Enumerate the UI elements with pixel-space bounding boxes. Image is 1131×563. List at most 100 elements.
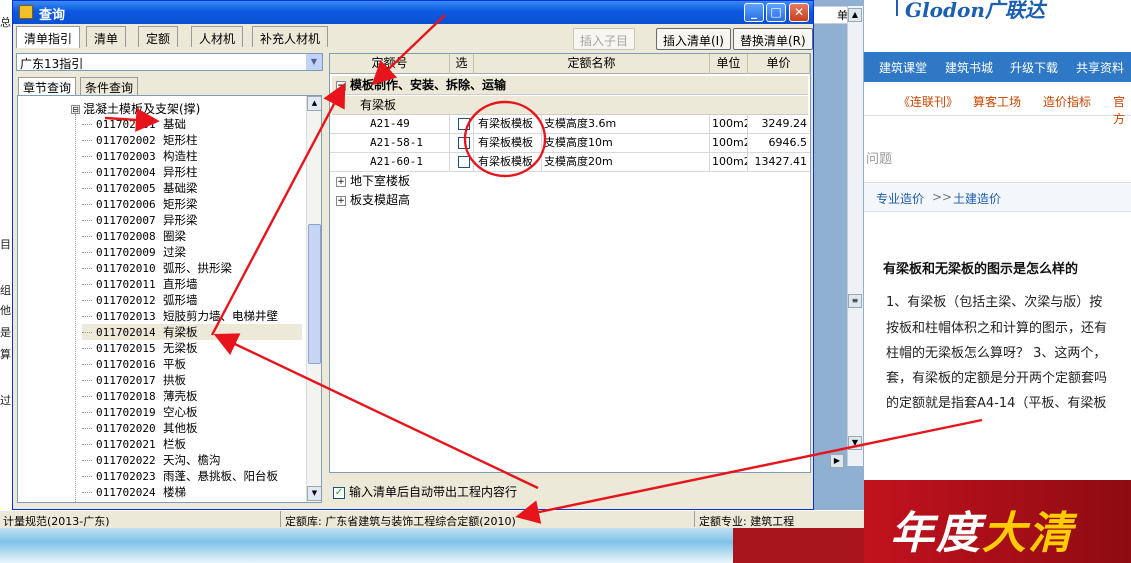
tree-root-node[interactable]: ⊟ 混凝土模板及支架(撑) [71,100,200,117]
minimize-icon[interactable]: _ [744,3,764,22]
row-code: A21-58-1 [330,134,450,153]
tree-item[interactable]: 011702003 构造柱 [82,148,302,164]
tree-item-name: 短肢剪力墙、电梯井壁 [163,309,278,323]
tree-item[interactable]: 011702001 基础 [82,116,302,132]
scroll-right-icon[interactable]: ▶ [830,454,844,468]
group-slab-height-label: 板支模超高 [350,193,411,207]
nav-item[interactable]: 共享资料 [1076,59,1124,76]
sub-nav-item[interactable]: 造价指标 [1043,93,1091,110]
tree-item[interactable]: 011702014 有梁板 [82,324,302,340]
tree-item[interactable]: 011702022 天沟、檐沟 [82,452,302,468]
tree-line [82,380,92,381]
table-row[interactable]: A21-49 有梁板模板 支模高度3.6m 100m2 3249.24 [330,115,810,134]
tree-item[interactable]: 011702015 无梁板 [82,340,302,356]
subtab-condition[interactable]: 条件查询 [80,77,139,95]
scroll-thumb-icon[interactable]: ≡ [848,294,862,308]
tree-item[interactable]: 011702017 拱板 [82,372,302,388]
nav-item[interactable]: 建筑书城 [945,59,993,76]
nav-item[interactable]: 建筑课堂 [879,59,927,76]
tree-item[interactable]: 011702008 圈梁 [82,228,302,244]
tree-item[interactable]: 011702011 直形墙 [82,276,302,292]
close-icon[interactable]: ✕ [789,3,809,22]
tree-item[interactable]: 011702012 弧形墙 [82,292,302,308]
chevron-down-icon[interactable]: ▼ [306,54,322,70]
tree-item[interactable]: 011702002 矩形柱 [82,132,302,148]
tree-line [82,268,92,269]
tab-extra-material[interactable]: 补充人材机 [252,26,329,47]
breadcrumb-link[interactable]: 土建造价 [953,190,1001,207]
tree-item[interactable]: 011702021 栏板 [82,436,302,452]
col-selected[interactable]: 选中 [450,54,474,89]
tree-scrollbar[interactable]: ▲ ▼ [306,96,321,502]
group-slab-height[interactable]: + 板支模超高 [332,191,808,210]
group-formwork[interactable]: − 模板制作、安装、拆除、运输 [332,76,808,95]
bg-scrollbar[interactable] [847,6,863,466]
subgroup-beam-slab[interactable]: 有梁板 [332,96,808,115]
maximize-icon[interactable]: □ [766,3,786,22]
col-price[interactable]: 单价 [748,54,810,74]
tree-item[interactable]: 011702023 雨蓬、悬挑板、阳台板 [82,468,302,484]
row-checkbox[interactable] [458,156,470,168]
tree-item[interactable]: 011702013 短肢剪力墙、电梯井壁 [82,308,302,324]
checkbox-checked-icon[interactable]: ✓ [333,486,345,499]
auto-bring-checkbox[interactable]: ✓ 输入清单后自动带出工程内容行 [333,483,517,500]
tree-item[interactable]: 011702006 矩形梁 [82,196,302,212]
insert-list-button[interactable]: 插入清单(I) [656,28,731,50]
col-unit[interactable]: 单位 [710,54,748,74]
breadcrumb-link[interactable]: 专业造价 [876,190,924,207]
tree-item[interactable]: 011702004 异形柱 [82,164,302,180]
nav-item[interactable]: 升级下载 [1010,59,1058,76]
sub-nav-item[interactable]: 《连联刊》 [898,93,958,110]
promo-text-b: 大清 [982,508,1074,559]
guide-select[interactable]: 广东13指引 ▼ [16,53,323,71]
glodon-logo[interactable]: Glodon广联达 [905,0,1045,23]
replace-list-button[interactable]: 替换清单(R) [733,28,813,50]
tab-list-guide[interactable]: 清单指引 [16,26,81,48]
expand-icon[interactable]: + [336,195,346,206]
dialog-titlebar[interactable]: 查询 _ □ ✕ [13,1,813,24]
table-row[interactable]: A21-60-1 有梁板模板 支模高度20m 100m2 13427.41 [330,153,810,172]
subtab-chapter[interactable]: 章节查询 [18,77,77,96]
collapse-icon[interactable]: ⊟ [71,105,80,114]
tree-item[interactable]: 011702010 弧形、拱形梁 [82,260,302,276]
promo-text-a: 年度 [890,508,982,559]
table-row[interactable]: A21-58-1 有梁板模板 支模高度10m 100m2 6946.5 [330,134,810,153]
tree-item-code: 011702023 [96,470,156,483]
tree-item[interactable]: 011702024 楼梯 [82,484,302,500]
scroll-up-icon[interactable]: ▲ [307,96,321,111]
tree-item[interactable]: 011702009 过梁 [82,244,302,260]
sub-nav-item[interactable]: 算客工场 [973,93,1021,110]
tree-item-name: 有梁板 [163,325,198,339]
col-quota-code[interactable]: 定额号 [330,54,450,74]
group-basement-slab[interactable]: + 地下室楼板 [332,172,808,191]
tree-item[interactable]: 011702016 平板 [82,356,302,372]
tree-item[interactable]: 011702019 空心板 [82,404,302,420]
tree-item-name: 矩形梁 [163,197,198,211]
col-quota-name[interactable]: 定额名称 [474,54,710,74]
tree-item[interactable]: 011702018 薄壳板 [82,388,302,404]
row-unit: 100m2 [710,134,748,153]
tree-item[interactable]: 011702007 异形梁 [82,212,302,228]
scroll-down-icon[interactable]: ▼ [848,436,862,450]
tab-list[interactable]: 清单 [86,26,127,47]
sub-nav-item[interactable]: 官方 [1113,93,1131,127]
panel-splitter[interactable] [324,53,328,508]
tree-item-name: 基础 [163,117,186,131]
scroll-down-icon[interactable]: ▼ [307,486,321,501]
expand-icon[interactable]: + [336,176,346,187]
row-checkbox[interactable] [458,118,470,130]
tree-item[interactable]: 011702020 其他板 [82,420,302,436]
tree-line [82,396,92,397]
tab-labor-material[interactable]: 人材机 [191,26,244,47]
tree-item-name: 拱板 [163,373,186,387]
tab-quota[interactable]: 定额 [138,26,179,47]
tree-item-code: 011702006 [96,198,156,211]
row-checkbox[interactable] [458,137,470,149]
scroll-thumb[interactable] [308,224,321,364]
tree-line [82,428,92,429]
collapse-icon[interactable]: − [336,80,346,91]
insert-child-button[interactable]: 插入子目 [573,28,636,50]
scroll-up-icon[interactable]: ▲ [848,8,862,22]
tree-item[interactable]: 011702005 基础梁 [82,180,302,196]
tree-line [82,220,92,221]
